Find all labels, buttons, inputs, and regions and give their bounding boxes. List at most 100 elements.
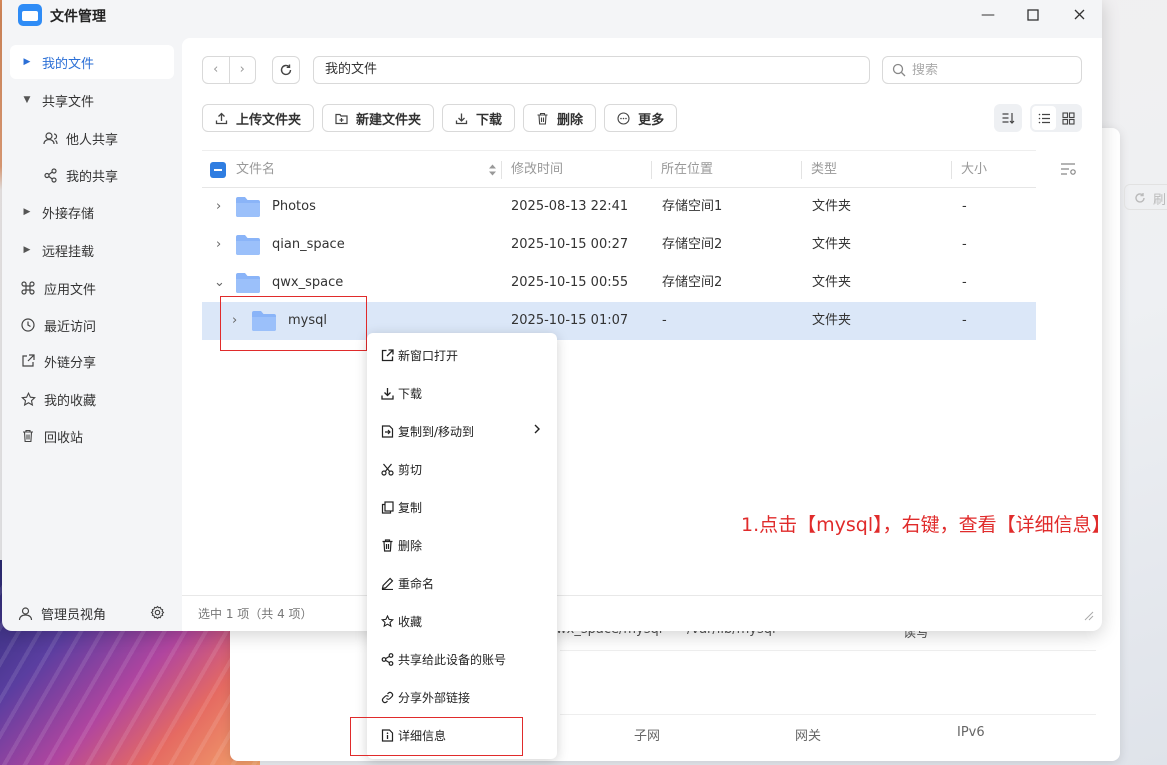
title-bar: 文件管理 — [2, 0, 1102, 34]
table-row[interactable]: › qian_space 2025-10-15 00:27 存储空间2 文件夹 … [202, 226, 1036, 264]
sort-button[interactable] [994, 104, 1022, 132]
menu-item-favorite[interactable]: 收藏 [367, 602, 557, 640]
history-nav: ‹ › [202, 56, 256, 84]
row-type: 文件夹 [812, 237, 852, 252]
search-input[interactable] [912, 62, 1062, 78]
sidebar-item-favorites[interactable]: 我的收藏 [10, 382, 174, 416]
sidebar-item-external-storage[interactable]: ▶ 外接存储 [10, 195, 174, 229]
sidebar-item-my-shares[interactable]: 我的共享 [10, 158, 174, 192]
upload-folder-button[interactable]: 上传文件夹 [202, 104, 315, 132]
scissors-icon [380, 462, 394, 476]
sidebar-item-label: 应用文件 [44, 282, 97, 298]
download-button[interactable]: 下载 [442, 104, 516, 132]
menu-item-label: 共享给此设备的账号 [398, 652, 507, 667]
sidebar-item-shared-by-others[interactable]: 他人共享 [10, 121, 174, 155]
column-separator [801, 161, 802, 179]
background-header-ipv6: IPv6 [957, 725, 985, 740]
expand-icon[interactable]: › [216, 226, 221, 264]
sidebar-item-recent[interactable]: 最近访问 [10, 308, 174, 342]
upload-folder-label: 上传文件夹 [236, 112, 302, 128]
delete-button[interactable]: 删除 [523, 104, 597, 132]
table-row[interactable]: › Photos 2025-08-13 22:41 存储空间1 文件夹 - [202, 188, 1036, 226]
grid-view-button[interactable] [1056, 106, 1080, 130]
header-type[interactable]: 类型 [811, 151, 837, 188]
refresh-icon [280, 64, 292, 76]
highlight-box-details [350, 717, 523, 756]
sidebar-item-my-files[interactable]: ▶ 我的文件 [10, 45, 174, 79]
download-icon [455, 112, 468, 125]
settings-gear-icon[interactable] [150, 605, 165, 620]
sidebar-item-remote-mount[interactable]: ▶ 远程挂载 [10, 233, 174, 267]
more-button[interactable]: 更多 [604, 104, 678, 132]
column-separator [951, 161, 952, 179]
header-name[interactable]: 文件名 [236, 151, 275, 188]
maximize-button[interactable] [1019, 4, 1047, 26]
search-box[interactable] [882, 56, 1082, 84]
table-header: 文件名 修改时间 所在位置 类型 大小 [202, 150, 1036, 188]
sidebar-item-shared-files[interactable]: ▼ 共享文件 [10, 83, 174, 117]
header-modified[interactable]: 修改时间 [511, 151, 563, 188]
new-folder-label: 新建文件夹 [356, 112, 422, 128]
menu-item-label: 分享外部链接 [398, 690, 471, 705]
sidebar-item-label: 外接存储 [42, 206, 95, 222]
row-modified: 2025-08-13 22:41 [511, 199, 629, 214]
sidebar-item-trash[interactable]: 回收站 [10, 419, 174, 453]
back-button[interactable]: ‹ [203, 57, 229, 83]
background-refresh-label: 刷 [1153, 193, 1167, 208]
row-size: - [962, 313, 967, 328]
forward-button[interactable]: › [228, 57, 256, 83]
sidebar-item-label: 最近访问 [44, 319, 97, 335]
sidebar-item-label: 我的共享 [66, 169, 119, 185]
close-button[interactable] [1065, 4, 1093, 26]
new-folder-icon [335, 112, 348, 125]
background-refresh-button: 刷 [1124, 184, 1167, 210]
search-icon [892, 63, 906, 77]
instruction-annotation: 1.点击【mysql】，右键，查看【详细信息】 [741, 514, 1111, 536]
menu-item-cut[interactable]: 剪切 [367, 450, 557, 488]
menu-item-delete[interactable]: 删除 [367, 526, 557, 564]
menu-item-download[interactable]: 下载 [367, 374, 557, 412]
menu-item-label: 剪切 [398, 462, 423, 477]
menu-item-rename[interactable]: 重命名 [367, 564, 557, 602]
sort-toggle-icon[interactable] [488, 163, 497, 177]
menu-item-label: 重命名 [398, 576, 435, 591]
new-folder-button[interactable]: 新建文件夹 [322, 104, 435, 132]
list-view-button[interactable] [1032, 106, 1056, 130]
minimize-button[interactable]: — [974, 4, 1002, 26]
row-name: qian_space [272, 237, 345, 252]
admin-view-label[interactable]: 管理员视角 [41, 604, 106, 623]
column-settings-button[interactable] [1060, 162, 1077, 180]
menu-item-open-new-window[interactable]: 新窗口打开 [367, 336, 557, 374]
command-icon [20, 280, 36, 296]
row-location: 存储空间1 [662, 199, 723, 214]
menu-item-label: 新窗口打开 [398, 348, 459, 363]
menu-item-share-to-accounts[interactable]: 共享给此设备的账号 [367, 640, 557, 678]
more-dots-icon [617, 111, 630, 125]
header-location[interactable]: 所在位置 [661, 151, 713, 188]
menu-item-copy[interactable]: 复制 [367, 488, 557, 526]
open-new-window-icon [380, 348, 394, 362]
sidebar-item-external-share[interactable]: 外链分享 [10, 344, 174, 378]
select-all-checkbox[interactable] [210, 162, 226, 178]
menu-item-share-external-link[interactable]: 分享外部链接 [367, 678, 557, 716]
header-size[interactable]: 大小 [961, 151, 987, 188]
path-bar[interactable]: 我的文件 [313, 56, 870, 84]
refresh-button[interactable] [272, 56, 300, 84]
menu-item-label: 下载 [398, 386, 423, 401]
download-icon [380, 386, 394, 400]
expand-icon[interactable]: › [216, 188, 221, 226]
menu-item-copy-move[interactable]: 复制到/移动到 [367, 412, 557, 450]
menu-item-label: 复制 [398, 500, 423, 515]
sidebar-item-label: 他人共享 [66, 132, 119, 148]
column-settings-icon [1061, 163, 1076, 175]
sidebar-item-label: 回收站 [44, 430, 84, 446]
context-menu: 新窗口打开 下载 复制到/移动到 剪切 复制 删除 重命名 收藏 共享给此设备的… [367, 333, 557, 759]
column-separator [501, 161, 502, 179]
sidebar-footer: 管理员视角 [2, 595, 182, 631]
folder-icon [236, 197, 260, 217]
sidebar-item-app-files[interactable]: 应用文件 [10, 271, 174, 305]
resize-grip-icon[interactable] [1084, 611, 1094, 621]
sidebar-item-label: 我的收藏 [44, 393, 97, 409]
app-folder-icon [18, 4, 42, 26]
background-divider [560, 714, 1096, 715]
